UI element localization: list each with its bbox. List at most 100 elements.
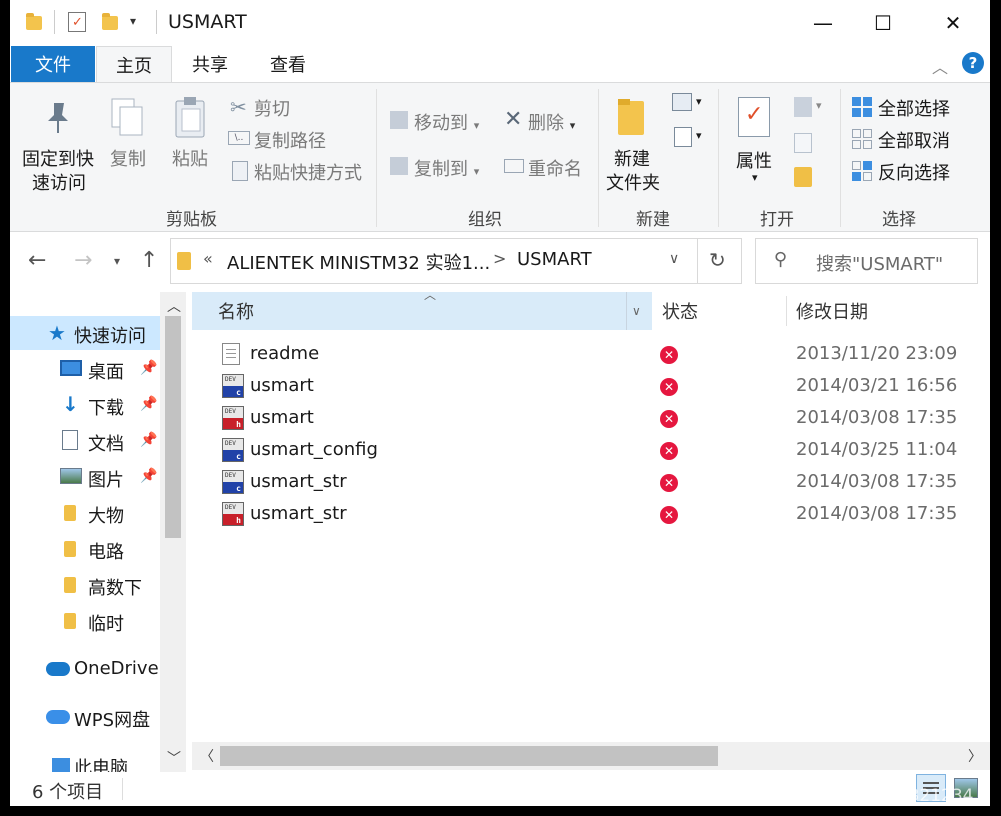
refresh-icon[interactable]: ↻ xyxy=(709,248,726,272)
column-header-status[interactable]: 状态 xyxy=(662,292,698,330)
easy-access-icon[interactable] xyxy=(674,127,692,147)
star-icon: ★ xyxy=(48,321,66,345)
group-label-organize: 组织 xyxy=(468,210,502,230)
new-item-icon[interactable] xyxy=(672,93,692,111)
back-button[interactable]: ← xyxy=(28,248,46,273)
breadcrumb-separator[interactable]: > xyxy=(493,249,506,268)
chevron-down-icon[interactable]: ▾ xyxy=(130,14,136,28)
pin-icon[interactable]: 📌 xyxy=(140,432,157,448)
select-all-button[interactable]: 全部选择 xyxy=(878,95,950,121)
tab-file[interactable]: 文件 xyxy=(11,46,95,82)
maximize-button[interactable]: ☐ xyxy=(860,0,906,46)
address-overflow-chevron[interactable]: « xyxy=(203,249,213,268)
scroll-right-icon[interactable]: 〉 xyxy=(968,746,982,766)
chevron-down-icon[interactable]: ▾ xyxy=(816,99,822,112)
copy-to-icon xyxy=(390,157,408,175)
properties-button[interactable]: 属性 xyxy=(736,147,772,173)
pin-icon[interactable]: 📌 xyxy=(140,360,157,376)
new-folder-button[interactable]: 新建 xyxy=(614,145,650,171)
new-folder-icon xyxy=(616,97,646,137)
breadcrumb-item[interactable]: USMART xyxy=(517,249,592,270)
cut-button[interactable]: 剪切 xyxy=(254,95,290,121)
scroll-left-icon[interactable]: 〈 xyxy=(200,746,214,766)
rename-button[interactable]: 重命名 xyxy=(528,155,582,181)
column-header-modified[interactable]: 修改日期 xyxy=(796,292,868,330)
nav-item-folder[interactable]: 临时 xyxy=(10,604,160,640)
pin-icon xyxy=(44,101,72,135)
scrollbar-thumb[interactable] xyxy=(220,746,718,766)
minimize-button[interactable]: — xyxy=(800,0,846,46)
nav-item-pictures[interactable]: 图片 📌 xyxy=(10,460,160,496)
nav-label: 高数下 xyxy=(88,578,142,599)
chevron-down-icon[interactable]: ▾ xyxy=(696,95,702,108)
search-input[interactable]: 搜索"USMART" xyxy=(816,250,943,276)
file-row[interactable]: readme ✕ 2013/11/20 23:09 xyxy=(192,340,990,372)
new-folder-quick-icon[interactable] xyxy=(102,13,118,30)
tab-view[interactable]: 查看 xyxy=(264,46,312,82)
file-name: usmart xyxy=(250,407,314,428)
sync-error-icon: ✕ xyxy=(660,410,678,428)
nav-item-folder[interactable]: 大物 xyxy=(10,496,160,532)
up-button[interactable]: ↑ xyxy=(140,248,158,273)
recent-locations-button[interactable]: ▾ xyxy=(114,254,120,268)
copy-button[interactable]: 复制 xyxy=(110,145,146,171)
column-dropdown-icon[interactable]: ∨ xyxy=(632,304,641,318)
group-label-new: 新建 xyxy=(636,210,670,230)
address-bar[interactable]: « ALIENTEK MINISTM32 实验1... > USMART ∨ ↻ xyxy=(170,238,742,284)
watermark: CSDN @qq_39321234 xyxy=(786,786,974,806)
file-date: 2013/11/20 23:09 xyxy=(796,343,958,364)
file-list-hscrollbar[interactable]: 〈 〉 xyxy=(192,742,990,770)
delete-button[interactable]: 删除 ▾ xyxy=(528,109,575,135)
picture-icon xyxy=(60,468,82,484)
nav-item-downloads[interactable]: ↓ 下载 📌 xyxy=(10,388,160,424)
file-row[interactable]: DEV h usmart_str ✕ 2014/03/08 17:35 xyxy=(192,500,990,532)
paste-shortcut-button[interactable]: 粘贴快捷方式 xyxy=(254,159,362,185)
tab-home[interactable]: 主页 xyxy=(96,46,172,82)
help-icon[interactable]: ? xyxy=(962,52,984,74)
properties-quick-icon[interactable]: ✓ xyxy=(68,12,86,32)
nav-item-folder[interactable]: 高数下 xyxy=(10,568,160,604)
nav-item-onedrive[interactable]: OneDrive xyxy=(10,652,160,688)
open-icon[interactable] xyxy=(794,97,812,117)
pin-icon[interactable]: 📌 xyxy=(140,396,157,412)
scroll-up-icon[interactable]: ︿ xyxy=(167,296,181,316)
pin-quick-access-label: 速访问 xyxy=(32,173,86,194)
nav-scrollbar[interactable]: ︿ ﹀ xyxy=(160,292,186,772)
move-to-button[interactable]: 移动到 ▾ xyxy=(414,109,479,135)
file-row[interactable]: DEV h usmart ✕ 2014/03/08 17:35 xyxy=(192,404,990,436)
address-dropdown-icon[interactable]: ∨ xyxy=(669,251,679,267)
scrollbar-thumb[interactable] xyxy=(165,316,181,538)
column-header-name[interactable]: 名称 xyxy=(218,292,254,330)
file-row[interactable]: DEV c usmart ✕ 2014/03/21 16:56 xyxy=(192,372,990,404)
file-row[interactable]: DEV c usmart_config ✕ 2014/03/25 11:04 xyxy=(192,436,990,468)
chevron-down-icon[interactable]: ▾ xyxy=(696,129,702,142)
select-none-button[interactable]: 全部取消 xyxy=(878,127,950,153)
collapse-ribbon-icon[interactable]: ︿ xyxy=(932,54,948,78)
nav-item-documents[interactable]: 文档 📌 xyxy=(10,424,160,460)
file-row[interactable]: DEV c usmart_str ✕ 2014/03/08 17:35 xyxy=(192,468,990,500)
divider xyxy=(718,89,719,227)
scroll-down-icon[interactable]: ﹀ xyxy=(167,748,181,768)
nav-item-wps[interactable]: WPS网盘 xyxy=(10,700,160,736)
close-button[interactable]: ✕ xyxy=(930,0,976,46)
forward-button[interactable]: → xyxy=(74,248,92,273)
divider xyxy=(54,10,55,34)
nav-item-quick-access[interactable]: ★ 快速访问 xyxy=(10,316,160,350)
nav-item-desktop[interactable]: 桌面 📌 xyxy=(10,352,160,388)
edit-icon[interactable] xyxy=(794,133,812,153)
copy-path-button[interactable]: 复制路径 xyxy=(254,127,326,153)
text-file-icon xyxy=(222,343,240,365)
breadcrumb-item[interactable]: ALIENTEK MINISTM32 实验1... xyxy=(227,249,490,275)
sync-error-icon: ✕ xyxy=(660,442,678,460)
nav-item-folder[interactable]: 电路 xyxy=(10,532,160,568)
pin-quick-access-button[interactable]: 固定到快 xyxy=(22,145,94,171)
invert-selection-button[interactable]: 反向选择 xyxy=(878,159,950,185)
pin-icon[interactable]: 📌 xyxy=(140,468,157,484)
file-date: 2014/03/08 17:35 xyxy=(796,471,958,492)
copy-to-button[interactable]: 复制到 ▾ xyxy=(414,155,479,181)
tab-share[interactable]: 共享 xyxy=(186,46,234,82)
paste-button[interactable]: 粘贴 xyxy=(172,145,208,171)
chevron-down-icon[interactable]: ▾ xyxy=(752,171,758,184)
history-icon[interactable] xyxy=(794,167,812,187)
search-box[interactable]: ⚲ 搜索"USMART" xyxy=(755,238,978,284)
